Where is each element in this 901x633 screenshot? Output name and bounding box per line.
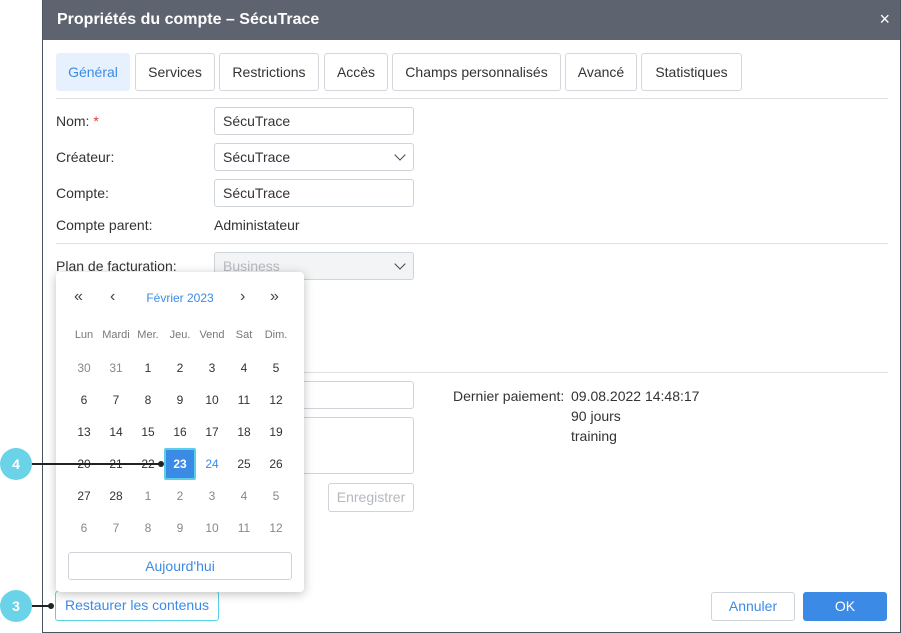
callout-leader xyxy=(32,463,160,465)
calendar-month-label[interactable]: Février 2023 xyxy=(56,291,304,305)
creator-value: SécuTrace xyxy=(223,149,291,165)
chevron-down-icon xyxy=(394,149,406,161)
calendar-day[interactable]: 8 xyxy=(132,512,164,544)
calendar-day[interactable]: 10 xyxy=(196,384,228,416)
account-label: Compte: xyxy=(56,185,109,201)
weekday-header: Vend xyxy=(199,329,225,341)
calendar-day[interactable]: 5 xyxy=(260,352,292,384)
callout-dot xyxy=(48,603,54,609)
chevron-down-icon xyxy=(394,258,406,270)
next-month-icon[interactable]: › xyxy=(240,288,245,306)
name-input[interactable]: SécuTrace xyxy=(214,107,414,135)
calendar-day[interactable]: 4 xyxy=(228,480,260,512)
ok-button[interactable]: OK xyxy=(803,592,887,621)
parent-account-value: Administateur xyxy=(214,217,300,233)
calendar-day[interactable]: 26 xyxy=(260,448,292,480)
cancel-button[interactable]: Annuler xyxy=(711,592,795,621)
calendar-day[interactable]: 3 xyxy=(196,480,228,512)
calendar-day[interactable]: 3 xyxy=(196,352,228,384)
calendar-day[interactable]: 1 xyxy=(132,352,164,384)
callout-marker-4: 4 xyxy=(0,448,32,480)
required-mark: * xyxy=(93,113,99,129)
calendar-day[interactable]: 27 xyxy=(68,480,100,512)
tab-statistics[interactable]: Statistiques xyxy=(641,53,742,91)
calendar-day[interactable]: 4 xyxy=(228,352,260,384)
parent-account-label: Compte parent: xyxy=(56,217,153,233)
calendar-day[interactable]: 6 xyxy=(68,512,100,544)
weekday-header: Jeu. xyxy=(169,329,191,341)
callout-marker-3: 3 xyxy=(0,590,32,622)
weekday-header: Mardi xyxy=(102,329,130,341)
restore-contents-button[interactable]: Restaurer les contenus xyxy=(55,591,219,621)
weekday-header: Mer. xyxy=(137,329,159,341)
calendar-day[interactable]: 8 xyxy=(132,384,164,416)
name-label: Nom: * xyxy=(56,113,99,129)
calendar-day[interactable]: 17 xyxy=(196,416,228,448)
divider xyxy=(56,98,888,99)
last-payment-days: 90 jours xyxy=(571,408,621,424)
last-payment-date: 09.08.2022 14:48:17 xyxy=(571,388,700,404)
tab-avance[interactable]: Avancé xyxy=(565,53,637,91)
calendar-day[interactable]: 11 xyxy=(228,384,260,416)
creator-label: Créateur: xyxy=(56,149,115,165)
creator-select[interactable]: SécuTrace xyxy=(214,143,414,171)
save-button[interactable]: Enregistrer xyxy=(328,483,414,512)
calendar-day[interactable]: 5 xyxy=(260,480,292,512)
calendar-day[interactable]: 23 xyxy=(164,448,196,480)
dialog-titlebar: Propriétés du compte – SécuTrace × xyxy=(43,0,900,40)
calendar-day[interactable]: 16 xyxy=(164,416,196,448)
calendar-day[interactable]: 7 xyxy=(100,512,132,544)
callout-dot xyxy=(158,461,164,467)
calendar-day[interactable]: 1 xyxy=(132,480,164,512)
calendar-day[interactable]: 2 xyxy=(164,480,196,512)
calendar-day[interactable]: 18 xyxy=(228,416,260,448)
date-picker-popup: « ‹ Février 2023 › » Lun Mardi Mer. Jeu. Ven… xyxy=(56,272,304,592)
calendar-day[interactable]: 31 xyxy=(100,352,132,384)
calendar-day[interactable]: 7 xyxy=(100,384,132,416)
calendar-day[interactable]: 12 xyxy=(260,384,292,416)
calendar-day[interactable]: 15 xyxy=(132,416,164,448)
calendar-day[interactable]: 12 xyxy=(260,512,292,544)
calendar-day[interactable]: 14 xyxy=(100,416,132,448)
tab-services[interactable]: Services xyxy=(135,53,215,91)
calendar-day[interactable]: 2 xyxy=(164,352,196,384)
last-payment-label: Dernier paiement: xyxy=(453,388,565,404)
calendar-day[interactable]: 11 xyxy=(228,512,260,544)
calendar-day[interactable]: 28 xyxy=(100,480,132,512)
tab-general[interactable]: Général xyxy=(56,53,130,91)
weekday-header: Dim. xyxy=(264,329,288,341)
today-button[interactable]: Aujourd'hui xyxy=(68,552,292,580)
tab-acces[interactable]: Accès xyxy=(324,53,388,91)
next-year-icon[interactable]: » xyxy=(270,288,279,306)
tab-restrictions[interactable]: Restrictions xyxy=(219,53,319,91)
calendar-day[interactable]: 9 xyxy=(164,384,196,416)
account-input[interactable]: SécuTrace xyxy=(214,179,414,207)
calendar-day[interactable]: 25 xyxy=(228,448,260,480)
last-payment-note: training xyxy=(571,428,617,444)
calendar-day[interactable]: 19 xyxy=(260,416,292,448)
calendar-day[interactable]: 6 xyxy=(68,384,100,416)
calendar-day[interactable]: 24 xyxy=(196,448,228,480)
dialog-title: Propriétés du compte – SécuTrace xyxy=(57,11,320,28)
calendar-day[interactable]: 10 xyxy=(196,512,228,544)
calendar-day[interactable]: 30 xyxy=(68,352,100,384)
weekday-header: Sat xyxy=(235,329,253,341)
weekday-header: Lun xyxy=(74,329,94,341)
close-icon[interactable]: × xyxy=(879,9,890,30)
calendar-day[interactable]: 9 xyxy=(164,512,196,544)
tab-custom-fields[interactable]: Champs personnalisés xyxy=(392,53,561,91)
divider xyxy=(56,243,888,244)
calendar-day[interactable]: 13 xyxy=(68,416,100,448)
